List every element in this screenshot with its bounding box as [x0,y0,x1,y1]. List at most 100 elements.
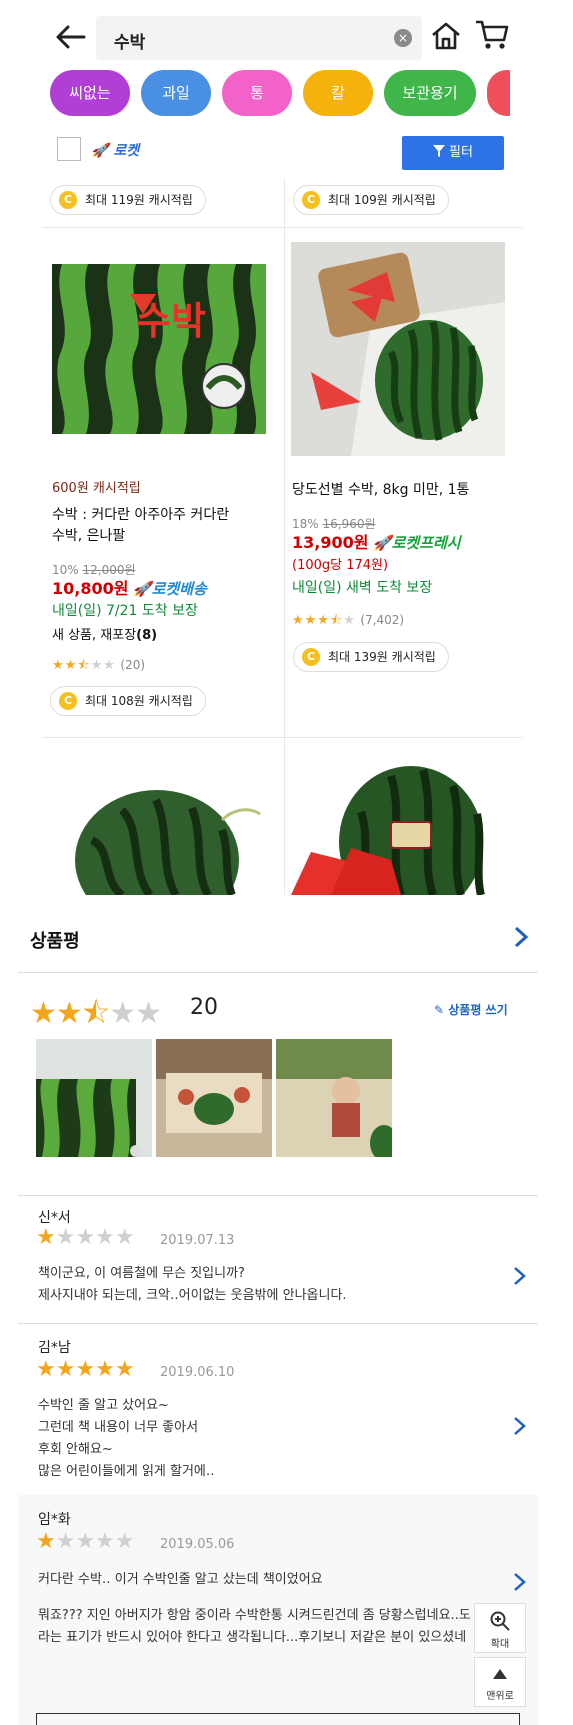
cash-reward-text: 최대 119원 캐시적립 [85,193,193,207]
cash-reward-text: 최대 109원 캐시적립 [328,193,436,207]
review-date: 2019.06.10 [160,1365,235,1380]
chevron-right-icon[interactable] [512,1415,528,1437]
home-icon[interactable] [430,20,462,52]
star-rating-icons: ★★★⯪★ [292,613,356,628]
original-price: 12,000원 [82,563,136,577]
review-text-line: 제사지내야 되는데, 크악‥어이없는 웃음밖에 안나옵니다. [38,1288,347,1303]
grid-divider [42,227,522,228]
review-text-line: 책이군요, 이 여름철에 무슨 짓입니까? [38,1266,245,1281]
review-text-line: 그런데 책 내용이 너무 좋아서 [38,1420,199,1435]
review-photo[interactable] [156,1039,272,1157]
product-title[interactable]: 당도선별 수박, 8kg 미만, 1통 [292,480,514,501]
keyword-chip[interactable]: 통 [222,70,292,116]
chevron-right-icon[interactable] [512,1265,528,1287]
price-row: 13,900원 🚀로켓프레시 [292,532,461,555]
rocket-delivery-badge: 🚀로켓배송 [132,580,207,598]
reviewer-name: 임*화 [38,1512,71,1528]
product-title-line: 수박, 은나팔 [52,528,126,544]
cash-reward-text: 최대 139원 캐시적립 [328,650,436,664]
discount-rate: 10% [52,563,79,577]
zoom-in-icon [490,1611,510,1631]
keyword-chip[interactable]: 보관용기 [384,70,476,116]
review-photo[interactable] [36,1039,152,1157]
review-text-line: 커다란 수박‥ 이거 수박인줄 알고 샀는데 책이었어요 [38,1572,323,1587]
scroll-top-button[interactable]: 맨위로 [474,1657,526,1707]
coin-icon: C [302,648,320,666]
rocket-fresh-text: 로켓프레시 [391,534,461,552]
keyword-chip[interactable]: 과일 [141,70,211,116]
search-header: 수박 × [0,10,573,62]
product-image[interactable] [291,752,505,895]
funnel-icon [433,145,446,157]
review-count: (20) [120,658,146,672]
watermelon-photo [291,242,505,456]
write-review-link[interactable]: ✎ 상품평 쓰기 [434,1001,508,1018]
chevron-right-icon[interactable] [512,925,530,949]
unit-price: (100g당 174원) [292,558,389,573]
review-count: (7,402) [360,613,405,627]
delivery-guarantee: 내일(일) 7/21 도착 보장 [52,603,198,619]
review-date: 2019.07.13 [160,1233,235,1248]
rocket-filter-label[interactable]: 🚀 로켓 [91,140,139,160]
coin-icon: C [59,191,77,209]
condition-count: (8) [136,628,158,643]
product-image[interactable] [291,242,505,456]
review-text-line: 후회 안해요~ [38,1442,113,1457]
reviewer-name: 신*서 [38,1210,71,1226]
book-cover-photo [36,1039,152,1157]
back-arrow-icon[interactable] [54,22,88,52]
product-image[interactable]: 수박 [52,264,266,434]
cash-reward-badge: C 최대 108원 캐시적립 [50,686,206,716]
price-row: 10,800원 🚀로켓배송 [52,578,207,601]
cash-reward-text: 최대 108원 캐시적립 [85,694,193,708]
original-price: 16,960원 [322,517,376,531]
zoom-button[interactable]: 확대 [474,1603,526,1653]
keyword-chip[interactable] [487,70,510,116]
review-text-line: 많은 어린이들에게 읽게 할거에‥ [38,1464,215,1479]
review-text: 수박인 줄 알고 샀어요~ 그런데 책 내용이 너무 좋아서 후회 안해요~ 많… [38,1395,215,1483]
product-title-line: 수박 : 커다란 아주아주 커다란 [52,507,230,523]
rating-row: ★★★⯪★ (7,402) [292,610,404,631]
cash-reward-badge: C 최대 139원 캐시적립 [293,642,449,672]
chevron-right-icon[interactable] [512,1571,528,1593]
rocket-filter-text: 로켓 [113,143,140,159]
reviewer-name: 김*남 [38,1340,71,1356]
review-text-line: 뭐죠??? 지인 아버지가 항암 중이라 수박한통 시켜드린건데 좀 당황스럽네… [38,1608,471,1623]
keyword-chip[interactable]: 칼 [303,70,373,116]
scroll-top-label: 맨위로 [486,1691,514,1702]
divider [18,972,538,973]
review-rating-stars: ★★★★★ [36,1529,135,1554]
condition-row: 새 상품, 재포장(8) [52,625,157,646]
clear-icon[interactable]: × [394,29,412,47]
review-photo[interactable] [276,1039,392,1157]
cart-icon[interactable] [474,18,510,52]
filter-button[interactable]: 필터 [402,136,504,170]
filter-button-label: 필터 [449,145,473,160]
grid-divider [42,737,522,738]
review-section: 상품평 ★★⯪★★ 20 ✎ 상품평 쓰기 신*서 ★★★★★ 2019.07.… [0,895,573,1725]
review-date: 2019.05.06 [160,1537,235,1552]
rating-row: ★★⯪★★ (20) [52,655,145,676]
condition-text: 새 상품, 재포장 [52,628,137,643]
cash-reward-badge: C 최대 119원 캐시적립 [50,185,206,215]
review-section-title: 상품평 [30,931,80,952]
sale-price: 10,800원 [52,579,129,598]
star-rating-icons: ★★⯪★★ [52,658,116,673]
search-input[interactable]: 수박 × [96,16,422,60]
rocket-checkbox[interactable] [57,137,81,161]
divider [18,1323,538,1324]
average-rating-stars: ★★⯪★★ [30,996,162,1031]
rocket-delivery-text: 로켓배송 [151,580,207,598]
cash-reward-badge: C 최대 109원 캐시적립 [293,185,449,215]
review-text: 책이군요, 이 여름철에 무슨 짓입니까? 제사지내야 되는데, 크악‥어이없는… [38,1263,347,1307]
search-query-text: 수박 [114,33,146,53]
product-image[interactable] [52,760,266,895]
product-title[interactable]: 수박 : 커다란 아주아주 커다란 수박, 은나팔 [52,505,274,547]
divider [18,1195,538,1196]
keyword-chip[interactable]: 씨없는 [50,70,130,116]
keyword-chips: 씨없는 과일 통 칼 보관용기 [50,70,510,118]
book-page-photo [276,1039,392,1157]
coin-icon: C [59,692,77,710]
delivery-guarantee: 내일(일) 새벽 도착 보장 [292,580,433,596]
write-review-label: 상품평 쓰기 [448,1003,508,1017]
